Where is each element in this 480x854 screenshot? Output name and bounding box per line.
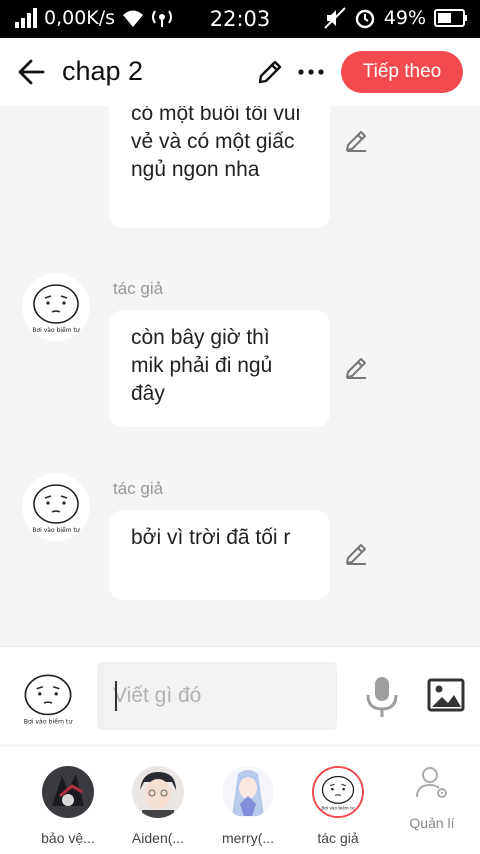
next-chapter-button[interactable]: Tiếp theo	[341, 51, 463, 93]
battery-percent: 49%	[383, 7, 426, 29]
message-input[interactable]	[97, 662, 337, 730]
user-settings-icon	[416, 767, 447, 798]
character-name: merry(...	[221, 830, 275, 846]
character-name: Aiden(...	[131, 830, 185, 846]
avatar-caption: Bơi vào biểm tư	[32, 327, 80, 334]
author-avatar-icon: Bơi vào biểm tư	[24, 674, 74, 726]
pencil-icon	[346, 358, 366, 379]
character-name: bảo vệ...	[41, 830, 95, 846]
chat-area[interactable]: có một buổi tối vui vẻ và có một giấc ng…	[0, 106, 480, 646]
more-horizontal-icon	[298, 69, 324, 75]
message-text: còn bây giờ thì mik phải đi ngủ đây	[131, 326, 273, 405]
sender-name: tác giả	[113, 279, 164, 298]
message-bubble[interactable]: có một buổi tối vui vẻ và có một giấc ng…	[109, 106, 330, 228]
character-name: tác giả	[317, 830, 359, 846]
character-avatar	[42, 766, 94, 818]
pencil-icon	[346, 544, 366, 565]
back-button[interactable]	[16, 56, 48, 88]
avatar[interactable]: Bơi vào biểm tư	[22, 273, 90, 341]
edit-message-button[interactable]	[344, 355, 370, 381]
character-portrait-icon	[222, 766, 274, 818]
character-item[interactable]: Aiden(...	[118, 766, 198, 846]
page-title: chap 2	[62, 56, 144, 86]
character-portrait-icon	[42, 766, 94, 818]
image-button[interactable]	[427, 677, 465, 713]
arrow-left-icon	[18, 59, 45, 85]
image-icon	[427, 678, 465, 712]
mute-icon	[324, 7, 346, 29]
character-avatar	[132, 766, 184, 818]
text-cursor	[115, 681, 117, 711]
author-avatar-icon: Bơi vào biểm tư	[32, 484, 81, 534]
alarm-icon	[354, 7, 376, 29]
avatar[interactable]: Bơi vào biểm tư	[22, 473, 90, 541]
message-text: bởi vì trời đã tối r	[131, 526, 291, 549]
avatar-caption: Bơi vào biểm tư	[321, 806, 355, 811]
edit-chapter-button[interactable]	[256, 58, 284, 86]
message-text: có một buổi tối vui vẻ và có một giấc ng…	[131, 106, 301, 181]
character-item[interactable]: Bơi vào biểm tư tác giả	[298, 766, 378, 846]
author-avatar-icon: Bơi vào biểm tư	[32, 284, 81, 334]
character-avatar: Bơi vào biểm tư	[312, 766, 364, 818]
pencil-icon	[346, 131, 366, 152]
message-bubble[interactable]: bởi vì trời đã tối r	[109, 510, 330, 600]
voice-button[interactable]	[364, 675, 400, 719]
avatar[interactable]: Bơi vào biểm tư	[13, 663, 83, 733]
character-item[interactable]: bảo vệ...	[28, 766, 108, 846]
microphone-icon	[366, 677, 398, 717]
more-button[interactable]	[297, 58, 325, 86]
character-portrait-icon	[132, 766, 184, 818]
battery-icon	[434, 8, 468, 28]
avatar-caption: Bơi vào biểm tư	[32, 527, 80, 534]
header: chap 2 Tiếp theo	[0, 38, 480, 106]
message-bubble[interactable]: còn bây giờ thì mik phải đi ngủ đây	[109, 310, 330, 427]
edit-message-button[interactable]	[344, 128, 370, 154]
manage-label: Quản lí	[409, 815, 455, 831]
pencil-icon	[258, 60, 282, 84]
character-bar: bảo vệ... Aiden(... merry(... Bơi vào bi…	[0, 745, 480, 854]
character-item[interactable]: merry(...	[208, 766, 288, 846]
avatar-caption: Bơi vào biểm tư	[24, 717, 74, 726]
input-bar: Bơi vào biểm tư	[0, 646, 480, 745]
character-avatar	[222, 766, 274, 818]
status-bar: 0,00K/s 22:03 49%	[0, 0, 480, 38]
manage-characters-button[interactable]: Quản lí	[392, 764, 472, 831]
sender-name: tác giả	[113, 479, 164, 498]
author-avatar-icon: Bơi vào biểm tư	[314, 768, 362, 816]
edit-message-button[interactable]	[344, 541, 370, 567]
